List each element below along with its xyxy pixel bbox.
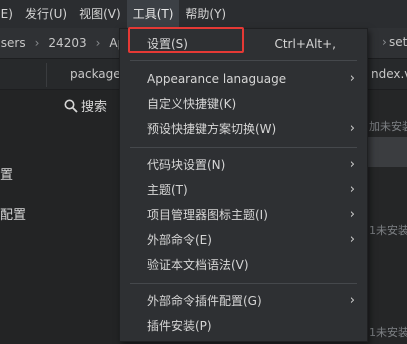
menu-item-snippets[interactable]: 代码块设置(N) ›	[120, 153, 367, 177]
menu-item-custom-shortcuts[interactable]: 自定义快捷键(K)	[120, 92, 367, 116]
menu-bar: 编辑(E) 发行(U) 视图(V) 工具(T) 帮助(Y)	[0, 0, 407, 28]
tab-package[interactable]: package	[70, 67, 121, 81]
chevron-right-icon: ›	[34, 36, 40, 50]
menu-item-label: Appearance lanaguage	[147, 72, 287, 86]
menu-tools[interactable]: 工具(T)	[126, 0, 180, 28]
sidebar-item-config[interactable]: 配置	[0, 204, 26, 223]
menu-help[interactable]: 帮助(Y)	[179, 0, 232, 28]
menu-item-label: 代码块设置(N)	[147, 158, 226, 172]
menu-item-label: 外部命令插件配置(G)	[147, 294, 262, 308]
chevron-right-icon: ›	[382, 35, 387, 49]
sidebar-item-settings[interactable]: 置	[0, 164, 13, 183]
chevron-right-icon: ›	[349, 182, 355, 197]
chevron-right-icon: ›	[349, 157, 355, 172]
menu-item-label: 外部命令(E)	[147, 233, 212, 247]
breadcrumb-users[interactable]: Users	[0, 36, 26, 50]
plugin-status: 1未安装	[369, 326, 407, 339]
menu-separator	[130, 60, 357, 61]
menu-item-label: 验证本文档语法(V)	[147, 258, 249, 272]
chevron-right-icon: ›	[349, 232, 355, 247]
chevron-right-icon: ›	[349, 121, 355, 136]
menu-separator	[130, 147, 357, 148]
breadcrumb-user-id[interactable]: 24203	[48, 36, 86, 50]
menu-item-plugin-install[interactable]: 插件安装(P)	[120, 314, 367, 338]
menu-item-label: 主题(T)	[147, 183, 188, 197]
menu-item-label: 预设快捷键方案切换(W)	[147, 122, 277, 136]
menu-item-project-icon-theme[interactable]: 项目管理器图标主题(I) ›	[120, 203, 367, 227]
chevron-right-icon: ›	[95, 36, 101, 50]
menu-item-label: 项目管理器图标主题(I)	[147, 208, 268, 222]
chevron-right-icon: ›	[349, 207, 355, 222]
shortcut-label: Ctrl+Alt+,	[274, 37, 336, 51]
menu-item-appearance-language[interactable]: Appearance lanaguage ›	[120, 67, 367, 91]
chevron-right-icon: ›	[349, 293, 355, 308]
menu-publish[interactable]: 发行(U)	[19, 0, 73, 28]
plugin-status: 1未安装	[369, 224, 407, 237]
menu-item-keymap-switch[interactable]: 预设快捷键方案切换(W) ›	[120, 117, 367, 141]
menu-edit[interactable]: 编辑(E)	[0, 0, 19, 28]
app-window: 编辑(E) 发行(U) 视图(V) 工具(T) 帮助(Y) Users › 24…	[0, 0, 407, 344]
highlight-box	[128, 27, 244, 53]
menu-item-external-plugin-config[interactable]: 外部命令插件配置(G) ›	[120, 289, 367, 313]
breadcrumb-settings[interactable]: set	[389, 35, 407, 49]
tab-divider	[46, 63, 47, 87]
menu-separator	[130, 283, 357, 284]
search-label: 搜索	[81, 100, 108, 115]
menu-item-theme[interactable]: 主题(T) ›	[120, 178, 367, 202]
tab-index[interactable]: ndex.v	[371, 67, 407, 81]
menu-item-label: 自定义快捷键(K)	[147, 97, 237, 111]
chevron-right-icon: ›	[349, 71, 355, 86]
menu-item-validate-syntax[interactable]: 验证本文档语法(V)	[120, 253, 367, 277]
menu-item-external-commands[interactable]: 外部命令(E) ›	[120, 228, 367, 252]
tools-menu: 设置(S) Ctrl+Alt+, Appearance lanaguage › …	[119, 27, 368, 342]
search-icon	[64, 99, 78, 113]
plugin-status: 加未安装	[369, 120, 407, 133]
menu-view[interactable]: 视图(V)	[73, 0, 127, 28]
search-button[interactable]: 搜索	[64, 96, 107, 115]
menu-item-label: 插件安装(P)	[147, 319, 212, 333]
